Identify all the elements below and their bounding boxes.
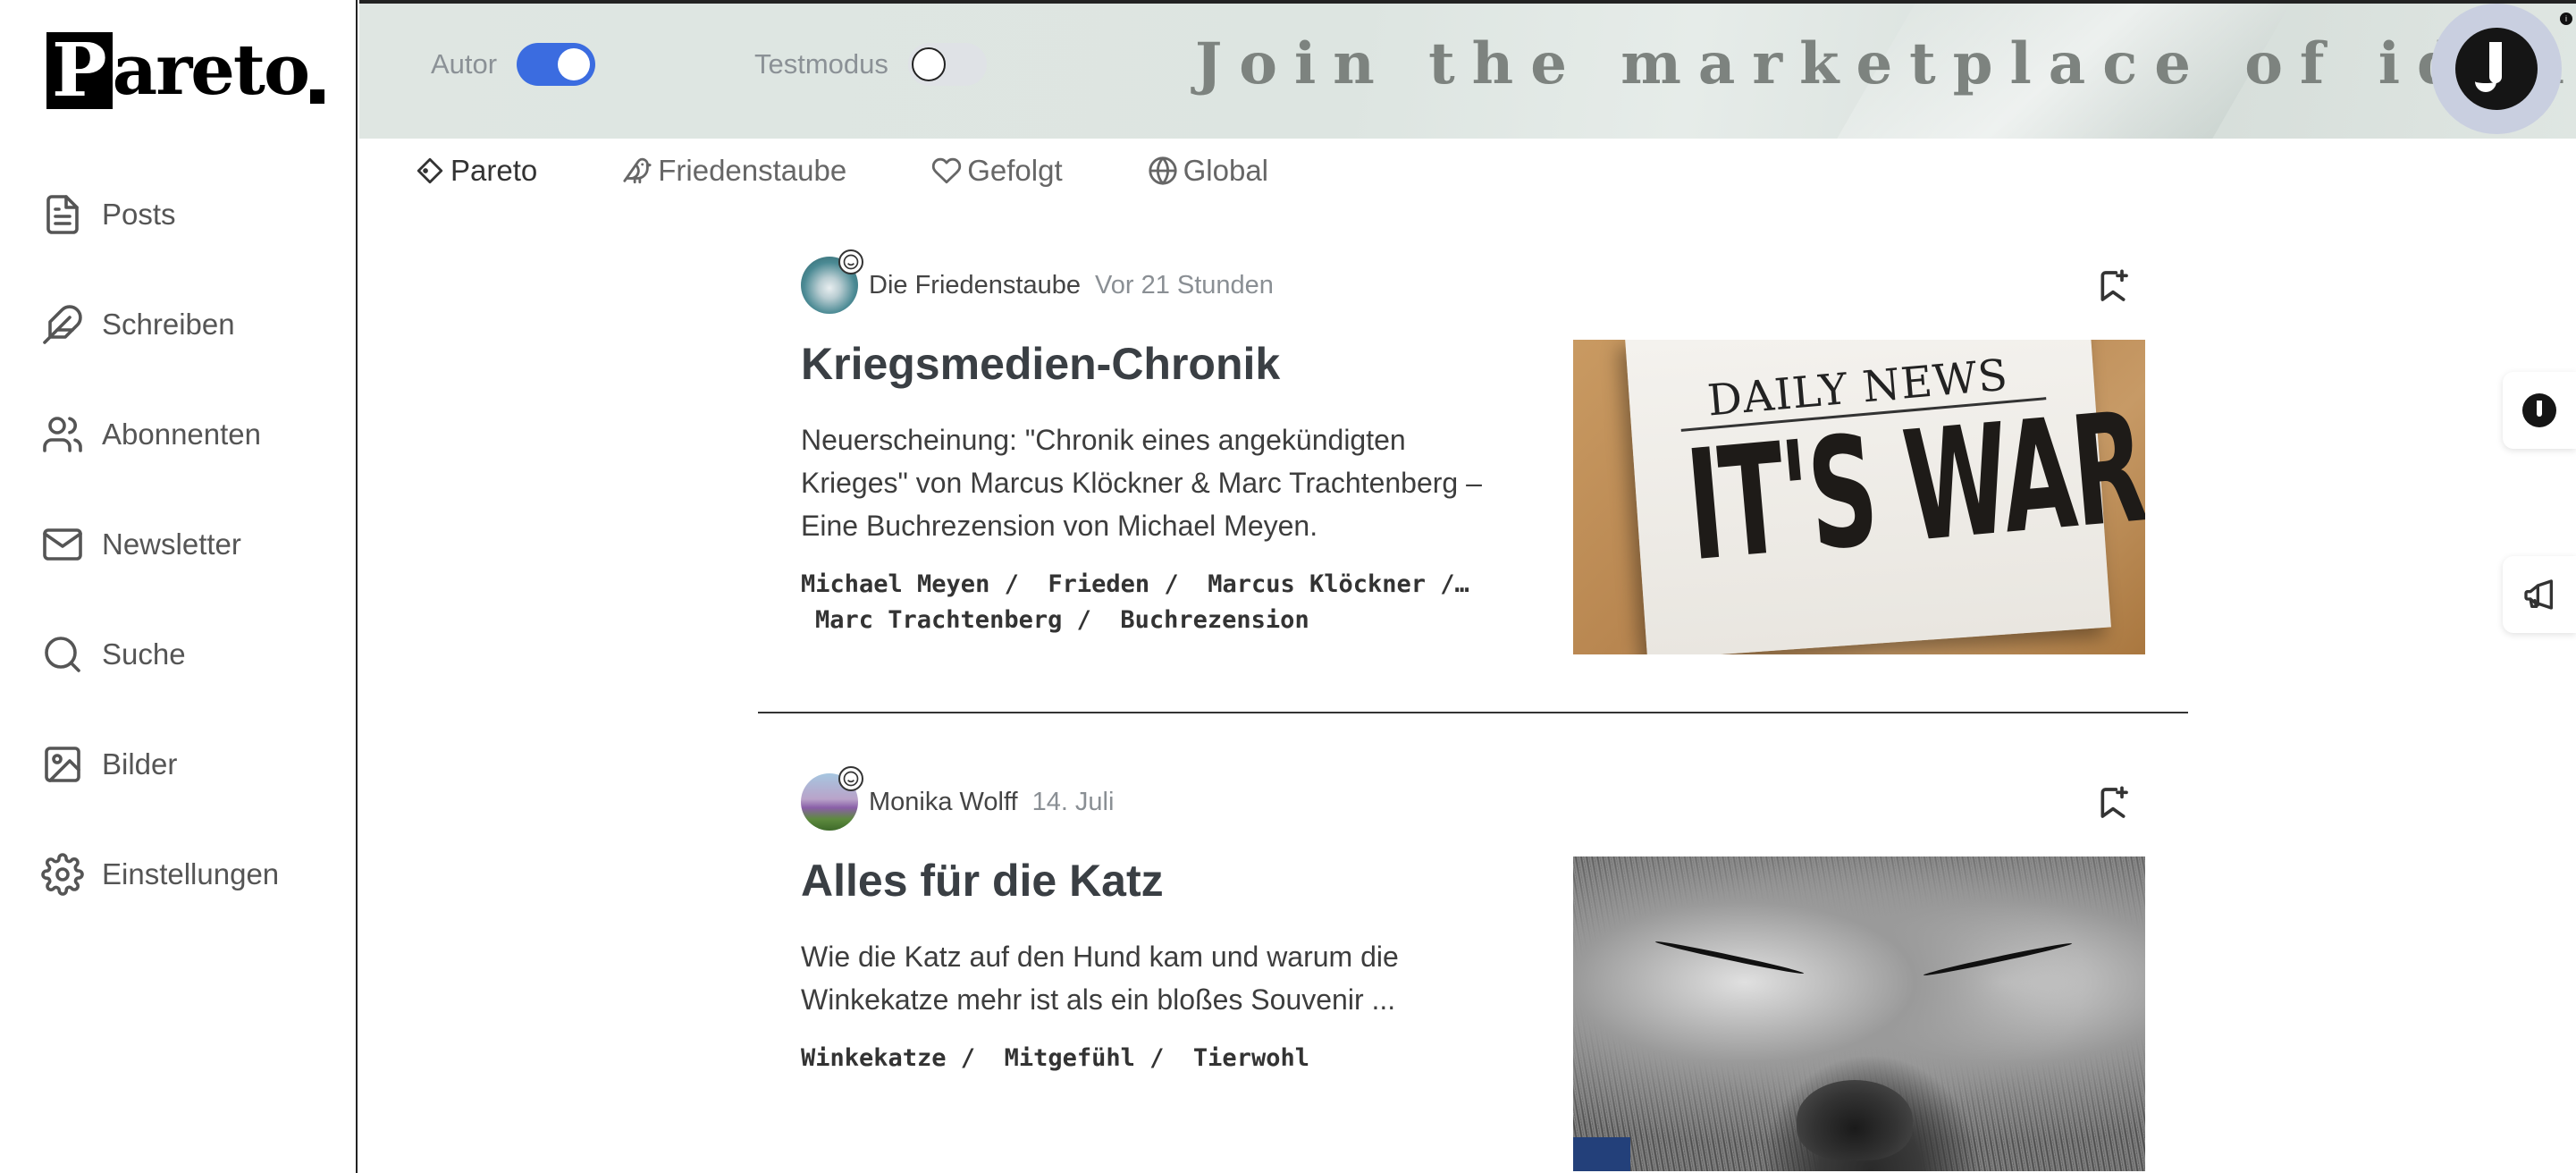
sidebar-item-einstellungen[interactable]: Einstellungen: [41, 849, 279, 899]
sidebar-item-schreiben[interactable]: Schreiben: [41, 300, 279, 350]
tag-item[interactable]: Marc Trachtenberg /: [815, 606, 1091, 634]
smiley-icon: [838, 249, 863, 274]
tab-friedenstaube[interactable]: Friedenstaube: [622, 154, 846, 188]
bookmark-button[interactable]: [2095, 785, 2131, 821]
tab-label: Friedenstaube: [658, 154, 847, 187]
sidebar: Pareto Posts Schreiben Abonnenten Newsle…: [0, 0, 358, 1173]
cat-image: [1573, 857, 2145, 1171]
info-icon[interactable]: i: [2560, 13, 2572, 25]
logo-dot: [310, 89, 324, 104]
post-excerpt: Wie die Katz auf den Hund kam und warum …: [801, 941, 1399, 1016]
tab-label: Gefolgt: [967, 154, 1063, 187]
tag-item[interactable]: Frieden /: [1048, 570, 1178, 598]
autor-toggle[interactable]: [517, 43, 596, 86]
search-icon: [45, 637, 80, 672]
post-title[interactable]: Kriegsmedien-Chronik: [801, 338, 1280, 390]
bookmark-button[interactable]: [2095, 268, 2131, 304]
testmodus-toggle-label: Testmodus: [754, 48, 888, 80]
author-name[interactable]: Die Friedenstaube: [869, 271, 1081, 300]
tag-item[interactable]: Buchrezension: [1120, 606, 1309, 634]
bookmark-plus-icon: [2100, 269, 2128, 301]
sidebar-item-label: Einstellungen: [102, 857, 280, 890]
author-avatar[interactable]: [801, 766, 863, 831]
tag-icon: [417, 157, 443, 184]
tag-item[interactable]: Michael Meyen /: [801, 570, 1019, 598]
gear-icon: [41, 853, 84, 896]
tab-label: Pareto: [450, 154, 538, 187]
sidebar-item-posts[interactable]: Posts: [41, 190, 279, 240]
post-tags: Michael Meyen / Frieden / Marcus Klöckne…: [801, 567, 1507, 638]
header-banner: Autor Testmodus Join the marketplace of …: [359, 0, 2576, 139]
avatar: [2455, 28, 2538, 110]
author-name[interactable]: Monika Wolff: [869, 788, 1018, 817]
mail-icon: [43, 528, 82, 561]
tag-line: Marc Trachtenberg / Buchrezension: [801, 603, 1507, 638]
post-timestamp: 14. Juli: [1031, 787, 1115, 816]
post-timestamp: Vor 21 Stunden: [1094, 270, 1274, 300]
smiley-icon: [838, 766, 863, 791]
toggle-knob: [558, 48, 591, 80]
post-card: Monika Wolff 14. Juli Alles für die Katz…: [801, 766, 2145, 1171]
avatar: [2522, 393, 2556, 427]
post-meta: Die Friedenstaube Vor 21 Stunden: [801, 249, 2145, 315]
tag-item[interactable]: Tierwohl: [1193, 1044, 1309, 1072]
sidebar-nav: Posts Schreiben Abonnenten Newsletter Su…: [41, 190, 279, 959]
tag-item[interactable]: Marcus Klöckner /…: [1208, 570, 1469, 598]
post-title[interactable]: Alles für die Katz: [801, 855, 1164, 907]
tab-global[interactable]: Global: [1148, 154, 1268, 188]
sidebar-item-abonnenten[interactable]: Abonnenten: [41, 409, 279, 460]
logo-text: areto: [112, 30, 310, 111]
sidebar-item-newsletter[interactable]: Newsletter: [41, 519, 279, 570]
sidebar-item-label: Bilder: [102, 747, 178, 781]
profile-side-button[interactable]: [2503, 372, 2576, 449]
banner-tagline: Join the marketplace of ideas: [1195, 30, 2576, 97]
feed-tabs: Pareto Friedenstaube Gefolgt Global: [415, 154, 1353, 188]
post-tags: Winkekatze / Mitgefühl / Tierwohl: [801, 1041, 1507, 1076]
post-meta: Monika Wolff 14. Juli: [801, 766, 2145, 831]
sidebar-item-label: Suche: [102, 637, 186, 671]
post-excerpt: Neuerscheinung: "Chronik eines angekündi…: [801, 424, 1482, 542]
post-card: Die Friedenstaube Vor 21 Stunden Kriegsm…: [801, 249, 2145, 654]
sidebar-item-label: Newsletter: [102, 527, 241, 561]
document-icon: [46, 195, 79, 234]
megaphone-icon: [2524, 579, 2553, 610]
announcement-button[interactable]: [2503, 556, 2576, 633]
testmodus-toggle[interactable]: [907, 43, 987, 86]
globe-icon: [1149, 156, 1177, 185]
heart-icon: [932, 157, 962, 184]
post-image[interactable]: DAILY NEWS IT'S WAR!: [1573, 340, 2145, 654]
tag-item[interactable]: Winkekatze /: [801, 1044, 975, 1072]
dove-icon: [623, 157, 652, 184]
post-image[interactable]: [1573, 857, 2145, 1171]
image-icon: [45, 747, 80, 782]
sidebar-item-label: Posts: [102, 198, 176, 231]
sidebar-item-label: Schreiben: [102, 308, 235, 341]
newspaper-image: DAILY NEWS IT'S WAR!: [1573, 340, 2145, 654]
autor-toggle-label: Autor: [431, 48, 498, 80]
user-avatar-button[interactable]: [2431, 4, 2562, 134]
sidebar-item-bilder[interactable]: Bilder: [41, 739, 279, 789]
feather-icon: [43, 305, 82, 344]
sidebar-item-suche[interactable]: Suche: [41, 629, 279, 679]
tab-pareto[interactable]: Pareto: [415, 154, 537, 188]
autor-toggle-group: Autor: [431, 43, 596, 86]
author-avatar[interactable]: [801, 249, 863, 314]
tag-item[interactable]: Mitgefühl /: [1005, 1044, 1165, 1072]
tab-label: Global: [1183, 154, 1269, 187]
bookmark-plus-icon: [2100, 786, 2128, 818]
testmodus-toggle-group: Testmodus: [754, 43, 987, 86]
tab-gefolgt[interactable]: Gefolgt: [931, 154, 1063, 188]
tag-line: Winkekatze / Mitgefühl / Tierwohl: [801, 1041, 1507, 1076]
post-divider: [758, 712, 2188, 713]
toggle-knob: [911, 47, 946, 81]
users-icon: [43, 417, 82, 452]
pareto-logo[interactable]: Pareto: [46, 32, 324, 109]
logo-initial: P: [46, 32, 113, 109]
sidebar-item-label: Abonnenten: [102, 418, 262, 451]
tag-line: Michael Meyen / Frieden / Marcus Klöckne…: [801, 567, 1507, 603]
